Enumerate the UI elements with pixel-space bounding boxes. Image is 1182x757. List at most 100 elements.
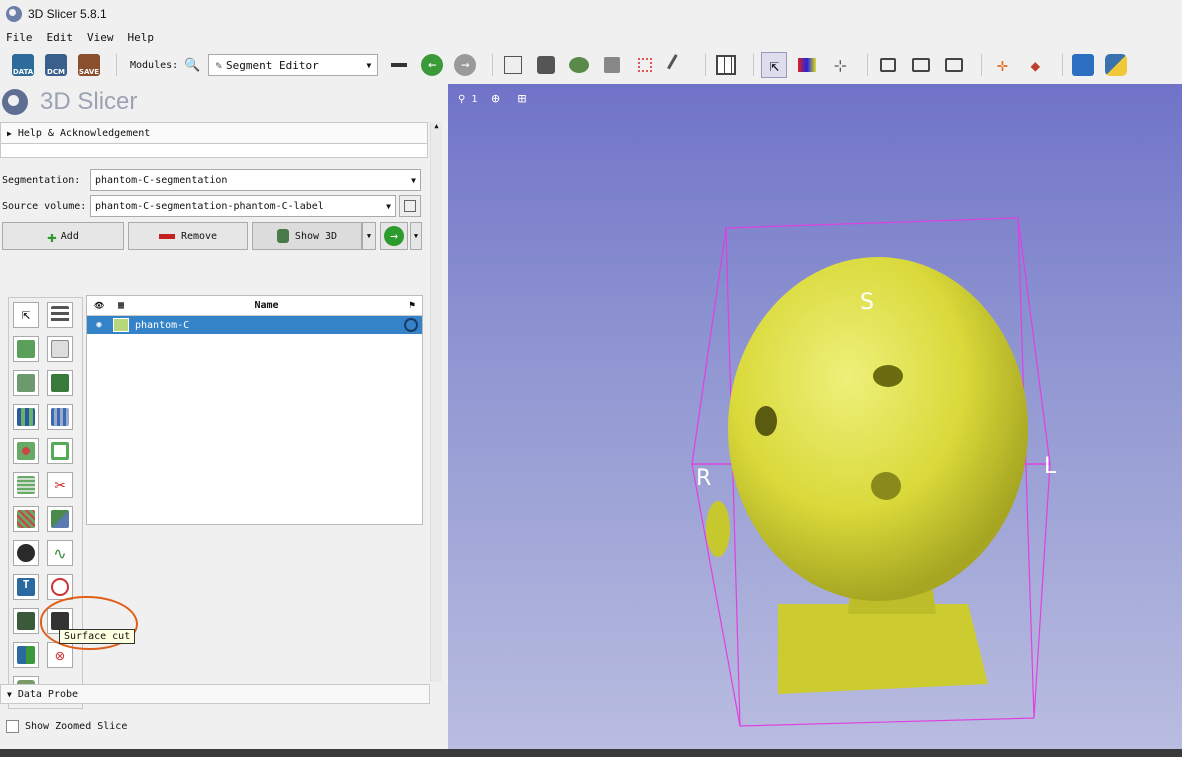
panel-scrollbar[interactable]: ▲ — [430, 122, 442, 682]
place-point-button[interactable]: ✛ — [989, 52, 1015, 78]
module-search-icon[interactable]: 🔍 — [184, 58, 200, 73]
transforms-module-button[interactable] — [599, 52, 625, 78]
toolbar-separator — [492, 54, 494, 76]
back-button[interactable]: ← — [419, 52, 445, 78]
segment-status-icon[interactable] — [404, 318, 418, 332]
scene-view-button[interactable] — [908, 52, 934, 78]
slicer-window: 3D Slicer 5.8.1 File Edit View Help DATA… — [0, 0, 1182, 757]
fill-between-slices-effect[interactable] — [47, 404, 73, 430]
models-module-button[interactable] — [566, 52, 592, 78]
hollow-effect[interactable] — [47, 438, 73, 464]
extensions-manager-button[interactable] — [1070, 52, 1096, 78]
screenshot-button[interactable] — [875, 52, 901, 78]
threshold-icon — [51, 306, 69, 324]
save-button[interactable]: SAVE — [76, 52, 102, 78]
data-probe-section[interactable]: ▼ Data Probe — [0, 684, 430, 704]
pointer-icon: ⇱ — [769, 55, 780, 75]
modules-label: Modules: — [130, 59, 179, 71]
pointer-icon: ⇱ — [21, 307, 31, 323]
segment-color-swatch[interactable] — [113, 318, 129, 332]
menu-file[interactable]: File — [6, 31, 33, 44]
load-data-button[interactable]: DATA — [10, 52, 36, 78]
name-column-header[interactable]: Name — [131, 300, 402, 311]
layout-icon — [716, 55, 737, 75]
add-segment-button[interactable]: ✚ Add — [2, 222, 124, 250]
markups-dropdown-button[interactable]: ◆ — [1022, 52, 1048, 78]
status-column-icon[interactable]: ⚑ — [402, 300, 422, 311]
layout-button[interactable] — [713, 52, 739, 78]
geometry-icon — [404, 200, 416, 212]
segmentations-module-button[interactable]: → — [380, 222, 408, 250]
scissors-effect[interactable]: ✂ — [47, 472, 73, 498]
module-history-button[interactable] — [386, 52, 412, 78]
dcm-icon: DCM — [45, 54, 67, 76]
scroll-up-icon[interactable]: ▲ — [431, 122, 442, 130]
watershed-effect[interactable] — [13, 642, 39, 668]
visibility-column-icon[interactable]: 👁 — [87, 301, 111, 310]
module-selector[interactable]: ✎ Segment Editor ▼ — [208, 54, 379, 76]
segment-editor-module-button[interactable] — [665, 52, 691, 78]
markups-module-button[interactable] — [632, 52, 658, 78]
title-bar: 3D Slicer 5.8.1 — [0, 0, 1182, 28]
segmentation-selector[interactable]: phantom-C-segmentation ▼ — [90, 169, 421, 191]
wrap-solidify-effect[interactable] — [13, 608, 39, 634]
view-transform-mode-button[interactable]: ⇱ — [761, 52, 788, 78]
islands-effect[interactable] — [13, 506, 39, 532]
chevron-down-icon: ▼ — [413, 232, 419, 240]
local-threshold-effect[interactable] — [47, 574, 73, 600]
grow-seeds-icon — [17, 408, 35, 426]
source-volume-selector[interactable]: phantom-C-segmentation-phantom-C-label ▼ — [90, 195, 396, 217]
draw-effect[interactable] — [47, 336, 73, 362]
export-options-button[interactable]: ▼ — [410, 222, 422, 250]
python-console-button[interactable] — [1103, 52, 1129, 78]
erase-icon — [17, 374, 35, 392]
markups-icon — [638, 58, 653, 72]
mask-volume-effect[interactable] — [13, 540, 39, 566]
restore-scene-button[interactable] — [941, 52, 967, 78]
menu-view[interactable]: View — [87, 31, 114, 44]
visibility-eye-icon[interactable]: ◉ — [87, 320, 111, 330]
show-3d-options-button[interactable]: ▼ — [362, 222, 376, 250]
menu-edit[interactable]: Edit — [47, 31, 74, 44]
volumes-module-button[interactable] — [533, 52, 559, 78]
show-3d-button[interactable]: Show 3D — [252, 222, 362, 250]
segment-name[interactable]: phantom-C — [131, 320, 404, 331]
logical-operators-effect[interactable] — [47, 506, 73, 532]
segment-row[interactable]: ◉ phantom-C — [87, 316, 422, 334]
data-probe-label: Data Probe — [17, 688, 79, 700]
remove-segment-button[interactable]: Remove — [128, 222, 248, 250]
draw-tube-effect[interactable]: ∿ — [47, 540, 73, 566]
smoothing-effect[interactable] — [13, 472, 39, 498]
toolbar-separator — [753, 54, 755, 76]
threshold-effect[interactable] — [47, 302, 73, 328]
remove-label: Remove — [180, 230, 218, 242]
source-geometry-button[interactable] — [399, 195, 421, 217]
menu-help[interactable]: Help — [128, 31, 155, 44]
wrap-solidify-icon — [17, 612, 35, 630]
no-editing-effect[interactable]: ⇱ — [13, 302, 39, 328]
level-tracing-effect[interactable] — [47, 370, 73, 396]
draw-icon — [51, 340, 69, 358]
margin-effect[interactable] — [13, 438, 39, 464]
brand-label: 3D Slicer — [40, 88, 138, 115]
crosshair-button[interactable]: ⊹ — [827, 52, 853, 78]
module-selector-value: Segment Editor — [225, 58, 319, 72]
scissors-icon: ✂ — [54, 474, 66, 496]
paint-effect[interactable] — [13, 336, 39, 362]
place-fiducial-button[interactable] — [794, 52, 820, 78]
data-module-button[interactable] — [500, 52, 526, 78]
3d-view[interactable]: ⚲ 1 ⊕ ⊞ S R L — [448, 84, 1182, 749]
help-acknowledgement-section[interactable]: ▶ Help & Acknowledgement — [0, 122, 428, 144]
save-icon: SAVE — [78, 54, 100, 76]
forward-button[interactable]: → — [452, 52, 478, 78]
load-dicom-button[interactable]: DCM — [43, 52, 69, 78]
cube-icon — [537, 56, 556, 74]
grow-from-seeds-effect[interactable] — [13, 404, 39, 430]
engrave-effect[interactable]: T — [13, 574, 39, 600]
erase-effect[interactable] — [13, 370, 39, 396]
show-zoomed-slice-checkbox[interactable] — [6, 720, 19, 733]
color-column-icon[interactable]: ▦ — [111, 300, 131, 311]
toolbar-separator — [705, 54, 707, 76]
python-icon — [1105, 54, 1128, 76]
collapse-arrow-icon: ▼ — [7, 689, 12, 699]
